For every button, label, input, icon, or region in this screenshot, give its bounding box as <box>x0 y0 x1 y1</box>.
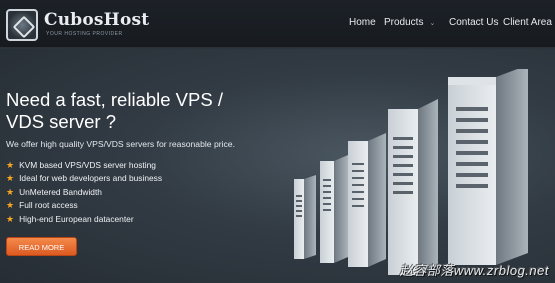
server-tower-1 <box>294 175 316 259</box>
watermark-text: 赵容部落www.zrblog.net <box>399 263 549 278</box>
list-item: ★ Full root access <box>6 199 162 212</box>
hero-subline: We offer high quality VPS/VDS servers fo… <box>6 139 235 149</box>
server-tower-5 <box>448 69 528 265</box>
brand-name: CubosHost <box>44 10 150 30</box>
star-icon: ★ <box>6 186 15 197</box>
nav-products[interactable]: Products ⌄ <box>384 17 435 28</box>
feature-list: ★ KVM based VPS/VDS server hosting ★ Ideal… <box>6 159 162 226</box>
cube-logo-icon <box>6 9 38 41</box>
feature-text: Ideal for web developers and business <box>19 173 163 184</box>
feature-text: High-end European datacenter <box>19 213 134 224</box>
nav-contact-us[interactable]: Contact Us <box>449 17 498 28</box>
server-tower-2 <box>320 155 348 263</box>
star-icon: ★ <box>6 213 15 224</box>
list-item: ★ High-end European datacenter <box>6 213 162 226</box>
nav-client-area[interactable]: Client Area <box>503 17 552 28</box>
brand-logo[interactable]: CubosHost YOUR HOSTING PROVIDER <box>6 9 150 41</box>
nav-client-area-label: Client Area <box>503 17 552 28</box>
star-icon: ★ <box>6 173 15 184</box>
star-icon: ★ <box>6 160 15 170</box>
chevron-down-icon: ⌄ <box>429 20 436 27</box>
server-tower-4 <box>388 99 438 275</box>
list-item: ★ KVM based VPS/VDS server hosting <box>6 159 162 172</box>
feature-text: UnMetered Bandwidth <box>19 186 102 197</box>
list-item: ★ UnMetered Bandwidth <box>6 186 162 199</box>
hero-headline: Need a fast, reliable VPS / VDS server ? <box>6 89 223 132</box>
nav-contact-label: Contact Us <box>449 17 499 28</box>
brand-tagline: YOUR HOSTING PROVIDER <box>46 31 123 37</box>
site-header: CubosHost YOUR HOSTING PROVIDER Home Pro… <box>0 0 555 48</box>
star-icon: ★ <box>6 200 15 211</box>
nav-home-label: Home <box>349 17 376 28</box>
hero-banner: Need a fast, reliable VPS / VDS server ?… <box>0 49 555 283</box>
feature-text: Full root access <box>19 200 78 211</box>
feature-text: KVM based VPS/VDS server hosting <box>19 160 156 170</box>
list-item: ★ Ideal for web developers and business <box>6 172 162 185</box>
server-tower-3 <box>348 133 386 267</box>
nav-products-label: Products <box>384 17 424 28</box>
nav-home[interactable]: Home <box>349 17 376 28</box>
server-towers-illustration <box>294 69 528 275</box>
read-more-button[interactable]: READ MORE <box>6 237 77 256</box>
